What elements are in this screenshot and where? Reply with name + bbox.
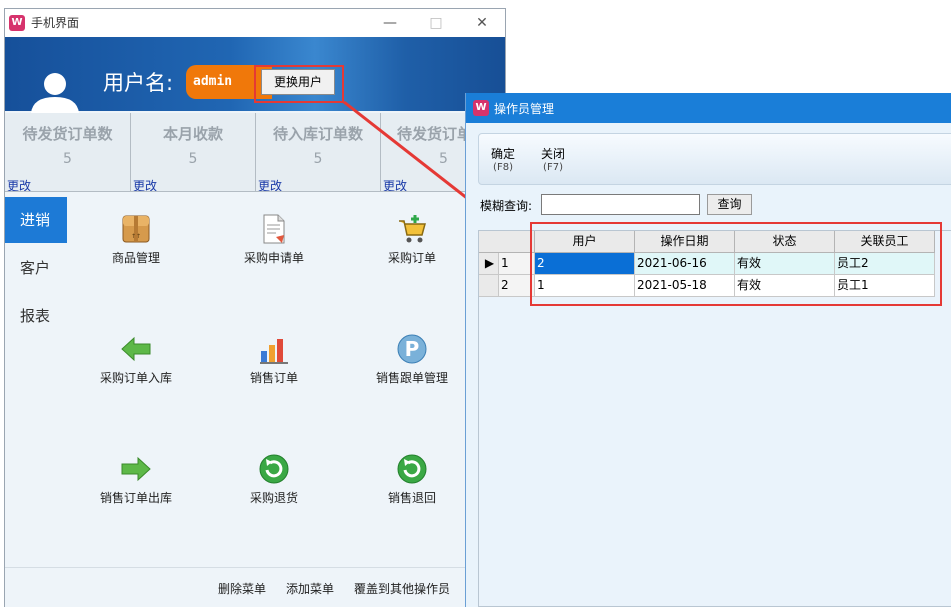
stat-card-pending-shipment: 待发货订单数 5 更改 xyxy=(5,113,131,193)
nav-item-customers[interactable]: 客户 xyxy=(5,245,67,291)
stat-card-monthly-receipts: 本月收款 5 更改 xyxy=(131,113,256,193)
dialog-toolbar: 确定 (F8) 关闭 (F7) xyxy=(478,133,951,185)
tile-label: 商品管理 xyxy=(111,251,160,265)
close-icon[interactable]: ✕ xyxy=(471,13,493,33)
username-label: 用户名: xyxy=(103,71,174,95)
confirm-label: 确定 xyxy=(491,147,516,161)
refresh-icon xyxy=(259,454,289,484)
main-titlebar: W 手机界面 — □ ✕ xyxy=(5,9,505,37)
fuzzy-search-input[interactable] xyxy=(541,194,700,215)
stat-title: 待发货订单数 xyxy=(22,125,113,143)
operator-management-dialog: W 操作员管理 确定 (F8) 关闭 (F7) 模糊查询: 查询 用户 操作日期… xyxy=(465,93,951,607)
left-nav: 进销 客户 报表 xyxy=(5,197,67,567)
tile-label: 销售跟单管理 xyxy=(375,371,448,385)
confirm-shortcut: (F8) xyxy=(493,162,513,173)
bar-chart-icon xyxy=(260,339,288,364)
goods-box-icon: ↑↑ xyxy=(122,215,150,243)
tile-label: 销售订单 xyxy=(249,371,298,385)
grid-highlight-box xyxy=(530,222,942,306)
app-icon: W xyxy=(9,15,25,31)
maximize-icon[interactable]: □ xyxy=(425,13,447,33)
switch-user-highlight-box xyxy=(254,65,344,103)
username-value: admin xyxy=(193,74,233,89)
stat-value: 5 xyxy=(188,151,198,167)
add-menu-link[interactable]: 添加菜单 xyxy=(286,580,334,597)
stat-title: 本月收款 xyxy=(162,125,223,143)
close-label: 关闭 xyxy=(541,147,566,161)
dialog-titlebar: W 操作员管理 xyxy=(466,93,951,123)
arrow-right-icon xyxy=(121,456,151,482)
user-avatar-icon xyxy=(31,73,79,113)
tile-purchase-request[interactable]: 采购申请单 xyxy=(212,213,336,273)
tile-label: 采购订单入库 xyxy=(99,371,172,385)
tile-sales-followup[interactable]: P 销售跟单管理 xyxy=(350,333,474,393)
close-shortcut: (F7) xyxy=(543,162,563,173)
tile-goods-management[interactable]: ↑↑ 商品管理 xyxy=(74,213,198,273)
tile-label: 采购申请单 xyxy=(243,251,304,265)
tile-purchase-inbound[interactable]: 采购订单入库 xyxy=(74,333,198,393)
tile-sales-outbound[interactable]: 销售订单出库 xyxy=(74,453,198,513)
dialog-app-icon: W xyxy=(473,100,489,116)
search-button[interactable]: 查询 xyxy=(707,194,752,215)
tile-label: 采购退货 xyxy=(249,491,298,505)
tile-sales-order[interactable]: 销售订单 xyxy=(212,333,336,393)
delete-menu-link[interactable]: 删除菜单 xyxy=(218,580,266,597)
confirm-button[interactable]: 确定 (F8) xyxy=(491,148,515,174)
tile-label: 销售退回 xyxy=(387,491,436,505)
fuzzy-search-label: 模糊查询: xyxy=(480,199,533,213)
arrow-left-icon xyxy=(121,336,151,362)
dialog-title: 操作员管理 xyxy=(494,102,555,116)
svg-text:↑↑: ↑↑ xyxy=(131,233,141,240)
nav-item-reports[interactable]: 报表 xyxy=(5,293,67,339)
row-indicator-icon: ▶ xyxy=(479,253,499,275)
grid-corner xyxy=(479,231,535,253)
minimize-icon[interactable]: — xyxy=(379,13,401,33)
bottom-bar: 删除菜单 添加菜单 覆盖到其他操作员 xyxy=(5,567,505,607)
p-circle-icon: P xyxy=(397,334,427,364)
tile-label: 销售订单出库 xyxy=(99,491,172,505)
stat-value: 5 xyxy=(63,151,72,167)
refresh-icon xyxy=(397,454,427,484)
copy-to-operators-link[interactable]: 覆盖到其他操作员 xyxy=(354,580,450,597)
tile-purchase-return[interactable]: 采购退货 xyxy=(212,453,336,513)
close-button[interactable]: 关闭 (F7) xyxy=(541,148,565,174)
tile-sales-return[interactable]: 销售退回 xyxy=(350,453,474,513)
document-icon xyxy=(263,214,285,244)
nav-item-purchase-sales[interactable]: 进销 xyxy=(5,197,67,243)
row-indicator xyxy=(479,275,499,297)
svg-text:P: P xyxy=(405,337,420,361)
window-title: 手机界面 xyxy=(31,16,80,30)
